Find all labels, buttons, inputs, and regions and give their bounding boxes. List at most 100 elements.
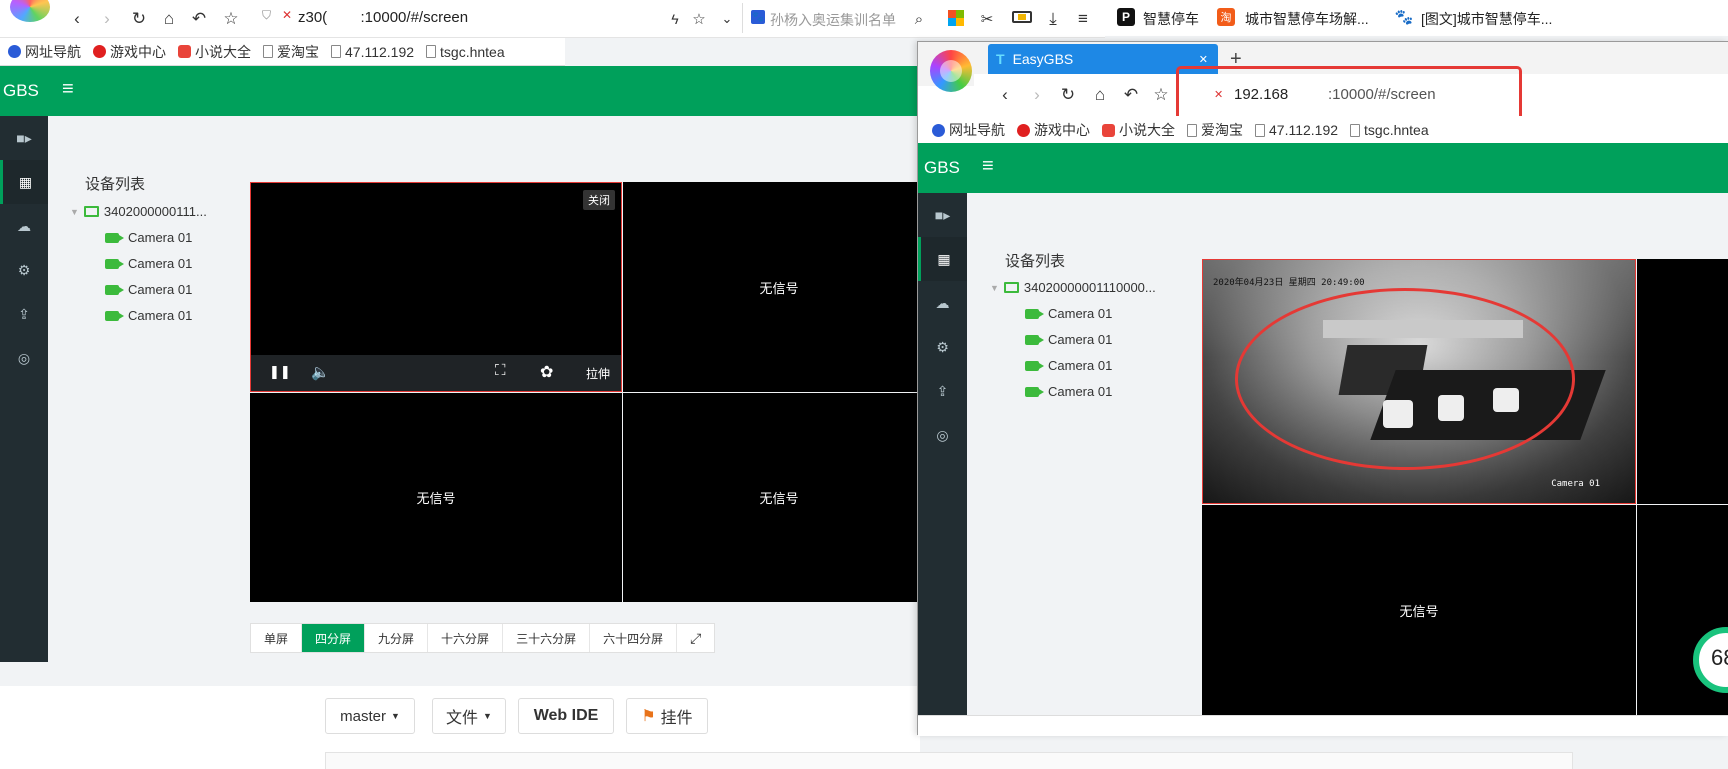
split-single-button[interactable]: 单屏	[251, 624, 303, 652]
bookmark-tsgc[interactable]: tsgc.hntea	[426, 44, 505, 60]
split-thirtysix-button[interactable]: 三十六分屏	[503, 624, 591, 652]
chevron-down-icon[interactable]: ⌄	[714, 6, 740, 32]
bookmark-ip[interactable]: 47.112.192	[331, 44, 414, 60]
split-sixteen-button[interactable]: 十六分屏	[428, 624, 504, 652]
sidebar-help-icon[interactable]: ◎	[918, 413, 967, 457]
close-button[interactable]: 关闭	[583, 190, 615, 210]
monitor-icon	[1003, 282, 1019, 293]
split-nine-button[interactable]: 九分屏	[365, 624, 429, 652]
sidebar-cloud-icon[interactable]: ☁	[918, 281, 967, 325]
live-video-pane[interactable]: 2020年04月23日 星期四 20:49:00 Camera 01	[1202, 259, 1636, 504]
sidebar-cloud-icon[interactable]: ☁	[0, 204, 48, 248]
scissors-icon[interactable]: ✂	[974, 6, 1000, 32]
link-city-parking-image[interactable]: [图文]城市智慧停车...	[1421, 9, 1552, 29]
bookmark-icon: ⚑	[641, 708, 656, 725]
bookmark-nav[interactable]: 网址导航	[932, 120, 1005, 140]
undo-icon[interactable]: ↶	[1118, 82, 1144, 108]
volume-icon[interactable]: 🔈	[311, 363, 330, 381]
sidebar-camera-icon[interactable]: ■▸	[0, 116, 48, 160]
branch-dropdown[interactable]: master ▼	[325, 698, 415, 734]
sidebar-upload-icon[interactable]: ⇪	[0, 292, 48, 336]
back-icon[interactable]: ‹	[64, 6, 90, 32]
tree-camera[interactable]: Camera 01	[1025, 332, 1112, 347]
tree-camera[interactable]: Camera 01	[105, 256, 192, 271]
camera-icon	[105, 310, 124, 321]
link-smart-parking[interactable]: 智慧停车	[1143, 9, 1199, 29]
camera-icon	[105, 284, 124, 295]
tree-camera[interactable]: Camera 01	[1025, 306, 1112, 321]
bookmark-star-icon[interactable]: ☆	[686, 6, 712, 32]
flash-icon[interactable]: ϟ	[662, 6, 688, 32]
bookmark-novels[interactable]: 小说大全	[178, 42, 251, 62]
tree-camera[interactable]: Camera 01	[105, 308, 192, 323]
bookmark-games[interactable]: 游戏中心	[1017, 120, 1090, 140]
bookmark-tsgc[interactable]: tsgc.hntea	[1350, 122, 1429, 138]
close-tab-icon[interactable]: ✕	[1199, 53, 1208, 66]
video-pane-4[interactable]: 无信号	[623, 393, 923, 602]
apps-icon[interactable]	[948, 10, 964, 26]
star-icon[interactable]: ☆	[218, 6, 244, 32]
tree-device[interactable]: ▼ 3402000000111...	[70, 204, 207, 219]
split-sixtyfour-button[interactable]: 六十四分屏	[590, 624, 678, 652]
sidebar-gears-icon[interactable]: ⚙	[918, 325, 967, 369]
tree-camera[interactable]: Camera 01	[105, 230, 192, 245]
bookmark-nav[interactable]: 网址导航	[8, 42, 81, 62]
stretch-button[interactable]: 拉伸	[586, 365, 610, 382]
forward-icon[interactable]: ›	[94, 6, 120, 32]
video-pane-2[interactable]	[1637, 259, 1728, 504]
tree-device[interactable]: ▼ 34020000001110000...	[990, 280, 1156, 295]
sidebar-upload-icon[interactable]: ⇪	[918, 369, 967, 413]
home-icon[interactable]: ⌂	[156, 6, 182, 32]
tree-camera[interactable]: Camera 01	[105, 282, 192, 297]
taobao-icon: 淘	[1217, 8, 1235, 26]
pause-icon[interactable]: ❚❚	[269, 364, 291, 380]
video-pane-3[interactable]: 无信号	[250, 393, 622, 602]
bookmark-ip[interactable]: 47.112.192	[1255, 122, 1338, 138]
bookmark-aitaobao[interactable]: 爱淘宝	[1187, 120, 1243, 140]
sidebar-screen-icon[interactable]: ▦	[918, 237, 967, 281]
snapshot-icon[interactable]: ✿	[540, 362, 553, 382]
baidu-icon: 🐾	[751, 10, 765, 24]
left-bookmarks-bar: 网址导航 游戏中心 小说大全 爱淘宝 47.112.192 tsgc.hntea	[0, 38, 565, 66]
split-four-button[interactable]: 四分屏	[302, 624, 366, 652]
sidebar-camera-icon[interactable]: ■▸	[918, 193, 967, 237]
menu-icon[interactable]: ≡	[1070, 6, 1096, 32]
star-icon[interactable]: ☆	[1148, 82, 1174, 108]
sidebar-screen-icon[interactable]: ▦	[0, 160, 48, 204]
device-list-title: 设备列表	[85, 176, 146, 193]
undo-icon[interactable]: ↶	[186, 6, 212, 32]
hamburger-icon[interactable]: ≡	[982, 155, 994, 178]
caret-down-icon[interactable]: ▼	[990, 283, 999, 293]
video-pane-2[interactable]: 无信号	[623, 182, 923, 392]
pendant-button[interactable]: ⚑ 挂件	[626, 698, 708, 734]
back-icon[interactable]: ‹	[992, 82, 1018, 108]
download-icon[interactable]: ⤓	[1040, 6, 1066, 32]
battery-icon[interactable]	[1012, 11, 1032, 23]
player-controls: ❚❚ 🔈 ⛶ ✿ 拉伸	[251, 355, 621, 391]
address-bar[interactable]: z30( :10000/#/screen	[298, 9, 468, 26]
fullscreen-icon[interactable]: ⛶	[495, 362, 506, 379]
bookmark-novels[interactable]: 小说大全	[1102, 120, 1175, 140]
web-ide-button[interactable]: Web IDE	[518, 698, 614, 734]
link-city-parking[interactable]: 城市智慧停车场解...	[1245, 9, 1369, 29]
forward-icon[interactable]: ›	[1024, 82, 1050, 108]
bookmark-aitaobao[interactable]: 爱淘宝	[263, 42, 319, 62]
bookmark-games[interactable]: 游戏中心	[93, 42, 166, 62]
sidebar-gears-icon[interactable]: ⚙	[0, 248, 48, 292]
video-pane-3[interactable]: 无信号	[1202, 505, 1636, 715]
video-pane-1[interactable]: 关闭 ❚❚ 🔈 ⛶ ✿ 拉伸	[250, 182, 622, 392]
search-suggestion[interactable]: 孙杨入奥运集训名单	[770, 10, 896, 30]
left-app-header: GBS ≡	[0, 66, 920, 116]
tree-camera[interactable]: Camera 01	[1025, 384, 1112, 399]
search-icon[interactable]: ⌕	[906, 6, 932, 32]
home-icon[interactable]: ⌂	[1087, 82, 1113, 108]
monitor-icon	[83, 206, 99, 217]
expand-icon[interactable]: ⤢	[677, 624, 714, 652]
caret-down-icon[interactable]: ▼	[70, 207, 79, 217]
sidebar-help-icon[interactable]: ◎	[0, 336, 48, 380]
hamburger-icon[interactable]: ≡	[62, 78, 74, 101]
file-dropdown[interactable]: 文件 ▼	[432, 698, 506, 734]
reload-icon[interactable]: ↻	[1055, 82, 1081, 108]
tree-camera[interactable]: Camera 01	[1025, 358, 1112, 373]
reload-icon[interactable]: ↻	[126, 6, 152, 32]
